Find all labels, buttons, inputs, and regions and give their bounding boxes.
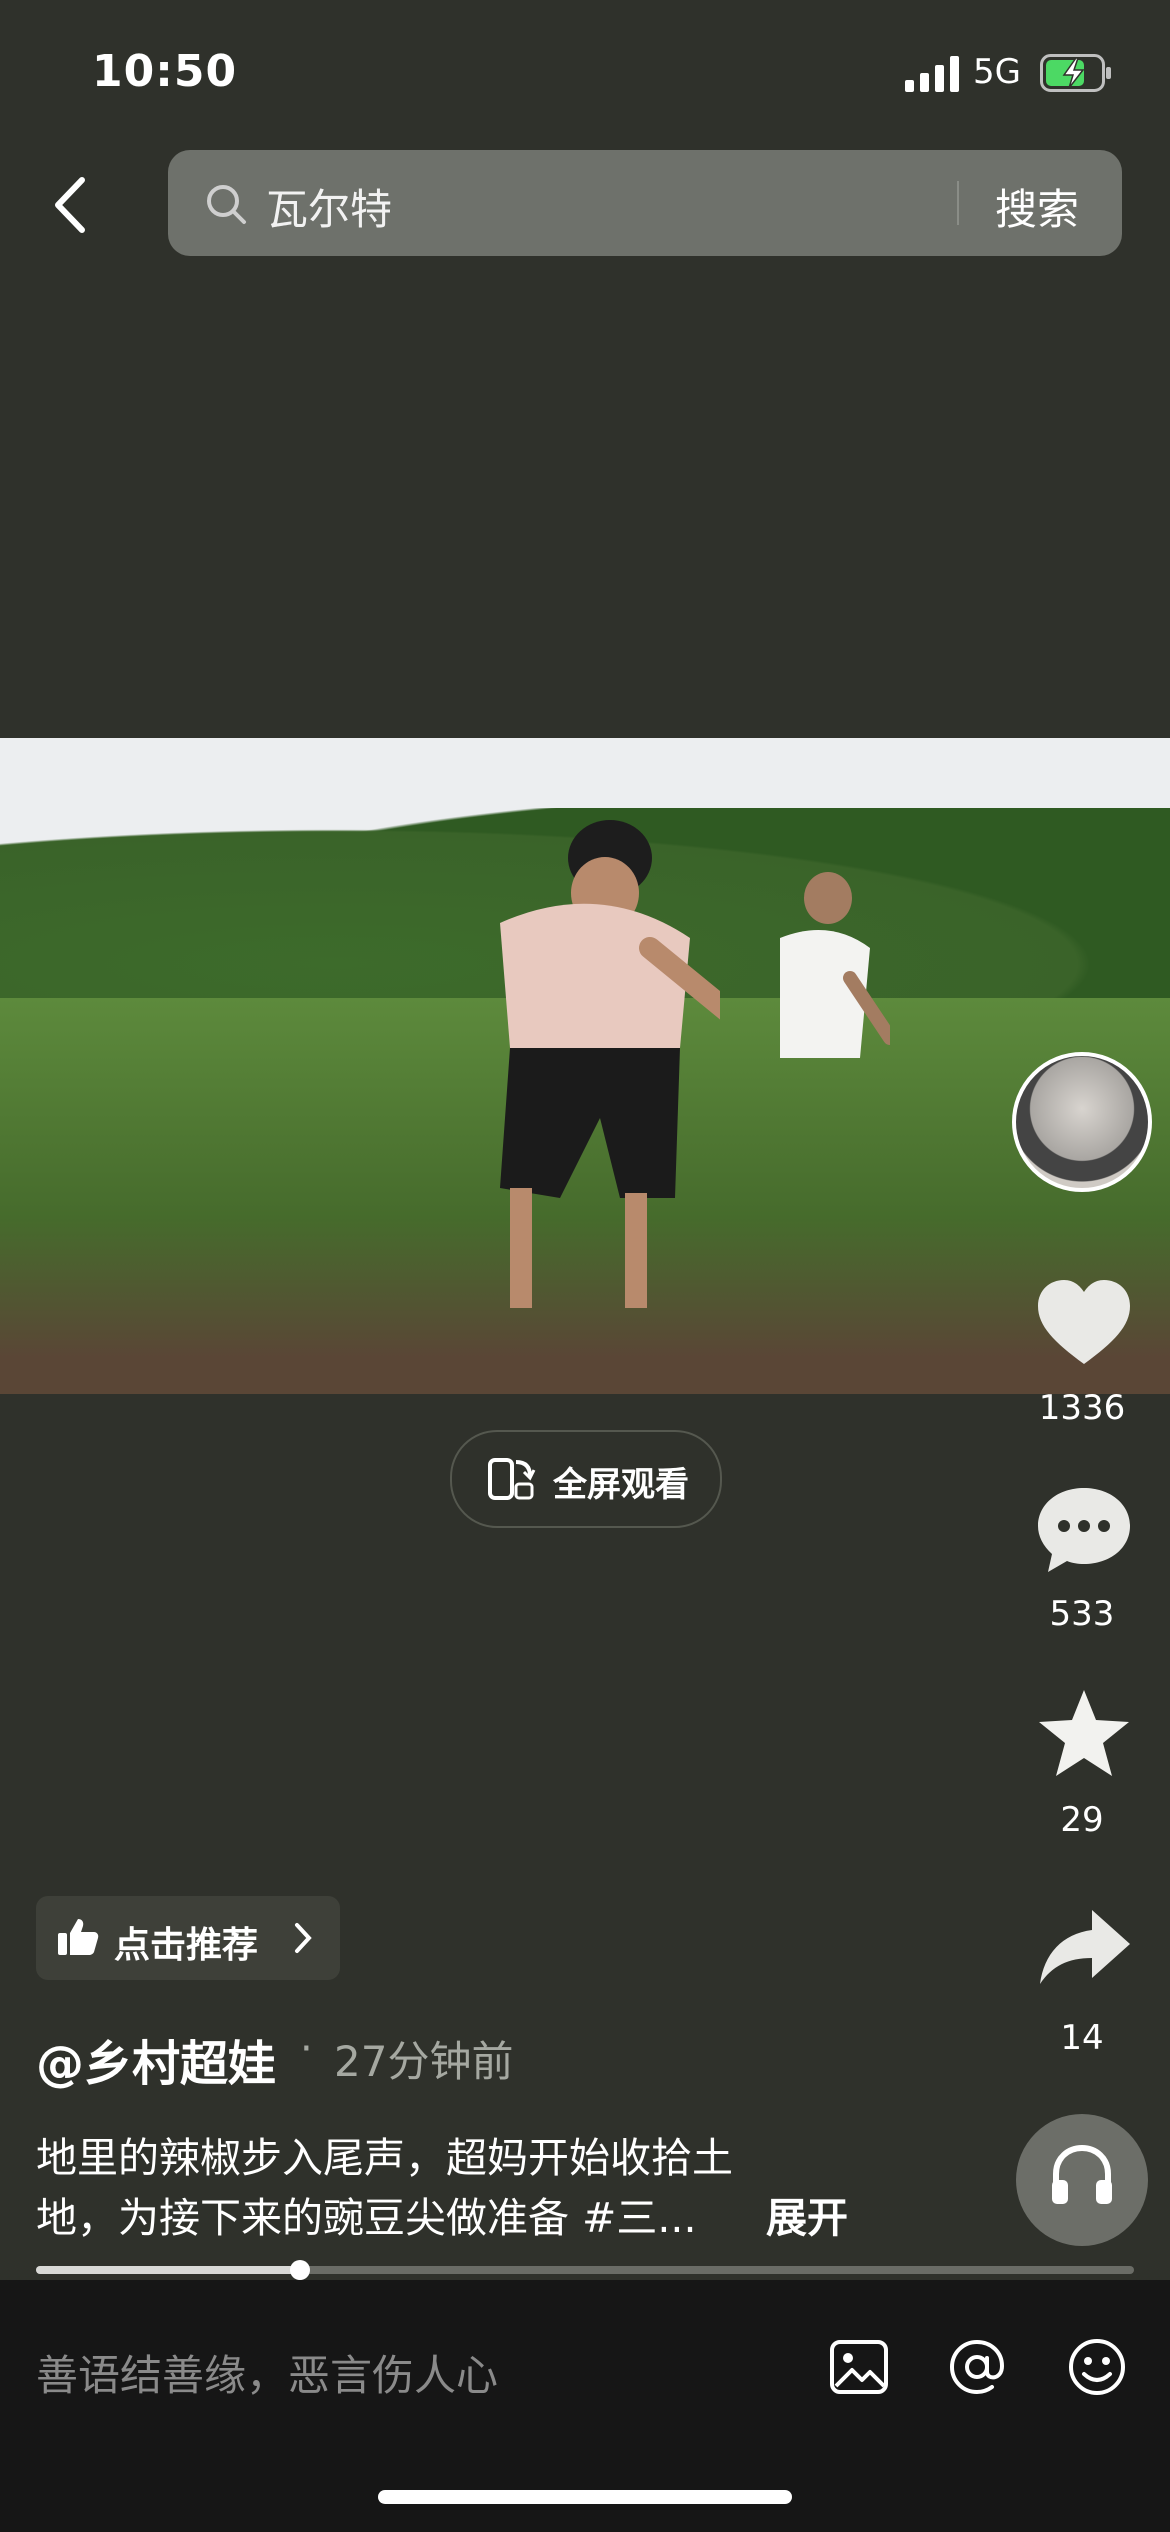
author-name[interactable]: @乡村超娃 — [36, 2024, 276, 2094]
home-indicator — [378, 2490, 792, 2504]
network-type: 5G — [973, 52, 1021, 92]
share-count: 14 — [1060, 2018, 1104, 2058]
headphones-icon — [1052, 2144, 1112, 2204]
description-line-1: 地里的辣椒步入尾声，超妈开始收拾土 — [36, 2134, 733, 2182]
comment-count: 533 — [1049, 1594, 1115, 1634]
star-icon[interactable] — [1034, 1686, 1134, 1782]
thumbs-up-icon — [58, 1919, 99, 1955]
posted-time: 27分钟前 — [334, 2037, 514, 2086]
mention-icon[interactable] — [946, 2336, 1008, 2398]
fullscreen-label: 全屏观看 — [553, 1465, 689, 1505]
chevron-right-icon — [295, 1923, 312, 1953]
meta-separator: · — [300, 2026, 313, 2072]
comment-input[interactable]: 善语结善缘，恶言伤人心 — [36, 2342, 498, 2403]
search-button[interactable]: 搜索 — [995, 176, 1079, 237]
battery-charging-icon — [1040, 54, 1111, 92]
search-icon — [207, 185, 246, 224]
recommend-label: 点击推荐 — [114, 1925, 259, 1966]
heart-icon[interactable] — [1034, 1276, 1134, 1372]
share-arrow-icon[interactable] — [1034, 1902, 1134, 1998]
rotate-screen-icon — [488, 1458, 536, 1500]
comment-icon[interactable] — [1034, 1482, 1134, 1578]
search-input[interactable]: 瓦尔特 — [266, 176, 392, 237]
video-progress-fill — [36, 2266, 300, 2274]
expand-button[interactable]: 展开 — [766, 2184, 848, 2244]
cellular-signal-icon — [905, 56, 959, 92]
description-line-2: 地，为接下来的豌豆尖做准备 #三... — [36, 2194, 697, 2242]
video-person-woman — [500, 820, 720, 1308]
video-player[interactable] — [0, 738, 1170, 1394]
search-divider — [957, 181, 959, 225]
back-arrow-icon[interactable] — [40, 170, 100, 240]
status-time: 10:50 — [92, 46, 238, 97]
emoji-icon[interactable] — [1066, 2336, 1128, 2398]
video-person-man — [780, 872, 890, 1058]
author-avatar[interactable] — [1012, 1052, 1152, 1192]
video-progress-handle[interactable] — [290, 2260, 310, 2280]
favorite-count: 29 — [1060, 1800, 1104, 1840]
like-count: 1336 — [1038, 1388, 1126, 1428]
image-icon[interactable] — [828, 2336, 890, 2398]
